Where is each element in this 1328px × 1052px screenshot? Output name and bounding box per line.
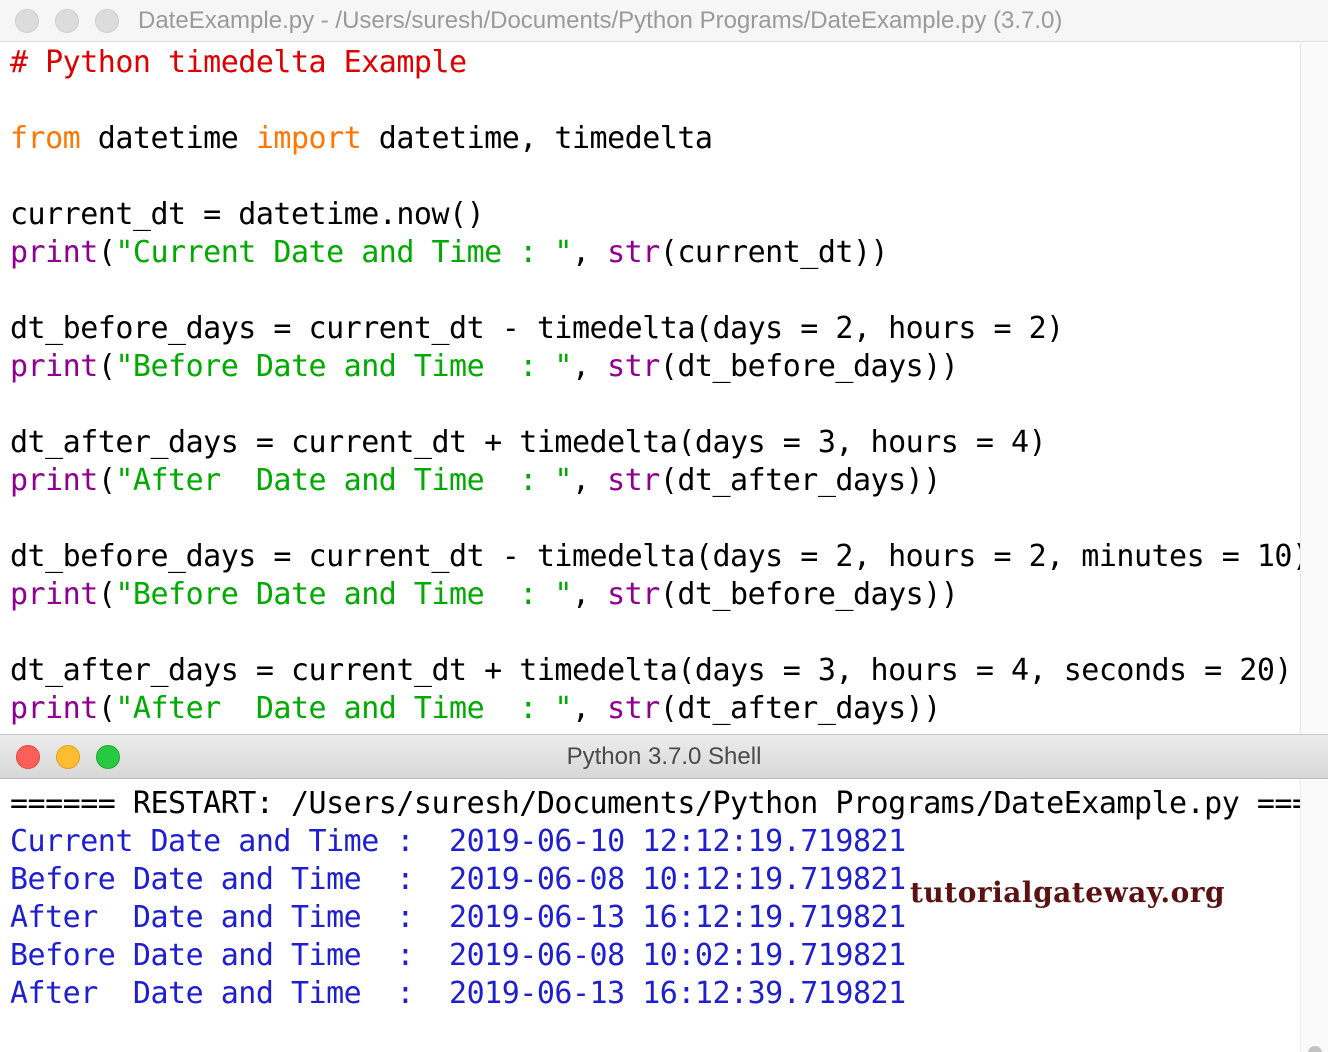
code-token-plain: dt_before_days = current_dt - timedelta(… [10, 311, 1064, 346]
code-token-builtin: str [607, 463, 660, 498]
code-line: dt_before_days = current_dt - timedelta(… [10, 310, 1300, 348]
shell-output[interactable]: ====== RESTART: /Users/suresh/Documents/… [10, 785, 1328, 1051]
code-token-plain: ( [97, 349, 116, 384]
editor-window: DateExample.py - /Users/suresh/Documents… [0, 0, 1328, 734]
code-line: print("After Date and Time : ", str(dt_a… [10, 462, 1300, 500]
watermark-text: tutorialgateway.org [910, 876, 1226, 909]
code-token-plain: , [571, 691, 608, 726]
code-token-plain: current_dt = datetime.now() [10, 197, 485, 232]
code-token-builtin: str [607, 577, 660, 612]
code-token-keyword: from [10, 121, 81, 156]
code-token-string: "Before Date and Time : " [115, 349, 572, 384]
output-line: After Date and Time : 2019-06-13 16:12:3… [10, 976, 906, 1011]
code-line: from datetime import datetime, timedelta [10, 120, 1300, 158]
output-line: Before Date and Time : 2019-06-08 10:02:… [10, 938, 906, 973]
shell-scroll-thumb[interactable] [1308, 1046, 1322, 1052]
code-token-plain: ( [97, 235, 116, 270]
code-token-plain: dt_after_days = current_dt + timedelta(d… [10, 425, 1047, 460]
code-line: current_dt = datetime.now() [10, 196, 1300, 234]
output-line: Current Date and Time : 2019-06-10 12:12… [10, 824, 906, 859]
code-token-plain: , [571, 349, 608, 384]
code-line: dt_after_days = current_dt + timedelta(d… [10, 424, 1300, 462]
code-token-plain: datetime, timedelta [361, 121, 713, 156]
shell-scrollbar[interactable] [1300, 780, 1328, 1052]
code-token-builtin: print [10, 349, 98, 384]
code-line: print("Before Date and Time : ", str(dt_… [10, 576, 1300, 614]
minimize-icon[interactable] [55, 8, 79, 33]
code-token-keyword: import [255, 121, 362, 156]
restart-line: ====== RESTART: /Users/suresh/Documents/… [10, 786, 1328, 821]
code-editor[interactable]: # Python timedelta Example from datetime … [10, 44, 1310, 728]
code-token-plain: (dt_before_days)) [659, 349, 959, 384]
code-token-plain: (current_dt)) [659, 235, 889, 270]
code-line: dt_after_days = current_dt + timedelta(d… [10, 652, 1300, 690]
code-token-plain: (dt_after_days)) [659, 463, 941, 498]
code-token-builtin: print [10, 235, 98, 270]
code-token-plain: , [571, 577, 608, 612]
zoom-icon[interactable] [95, 8, 119, 33]
code-token-builtin: print [10, 463, 98, 498]
code-line: # Python timedelta Example [10, 44, 1300, 82]
code-token-builtin: print [10, 577, 98, 612]
code-line: dt_before_days = current_dt - timedelta(… [10, 538, 1310, 576]
editor-window-controls [15, 0, 135, 41]
code-token-builtin: str [607, 691, 660, 726]
code-token-plain: , [571, 235, 608, 270]
editor-titlebar[interactable]: DateExample.py - /Users/suresh/Documents… [0, 0, 1328, 42]
code-token-string: "Before Date and Time : " [115, 577, 572, 612]
code-token-string: "Current Date and Time : " [115, 235, 572, 270]
code-token-builtin: str [607, 349, 660, 384]
editor-window-title: DateExample.py - /Users/suresh/Documents… [138, 7, 1063, 34]
editor-scrollbar[interactable] [1300, 43, 1328, 734]
code-token-plain: ( [97, 463, 116, 498]
code-token-plain: datetime [80, 121, 256, 156]
code-token-plain: dt_after_days = current_dt + timedelta(d… [10, 653, 1293, 688]
code-line: print("Before Date and Time : ", str(dt_… [10, 348, 1300, 386]
code-token-plain: (dt_after_days)) [659, 691, 941, 726]
shell-window-title: Python 3.7.0 Shell [566, 743, 762, 770]
code-line: print("Current Date and Time : ", str(cu… [10, 234, 1300, 272]
code-token-comment: # Python timedelta Example [10, 45, 467, 80]
code-token-plain: (dt_before_days)) [659, 577, 959, 612]
code-token-plain: ( [97, 577, 116, 612]
code-token-plain: ( [97, 691, 116, 726]
code-token-builtin: print [10, 691, 98, 726]
prompt-line[interactable]: >>> [10, 1013, 1300, 1051]
close-icon[interactable] [15, 8, 39, 33]
code-token-string: "After Date and Time : " [115, 691, 572, 726]
shell-titlebar[interactable]: Python 3.7.0 Shell [0, 735, 1328, 779]
code-token-builtin: str [607, 235, 660, 270]
code-token-plain: , [571, 463, 608, 498]
code-token-plain: dt_before_days = current_dt - timedelta(… [10, 539, 1310, 574]
code-token-string: "After Date and Time : " [115, 463, 572, 498]
code-line: print("After Date and Time : ", str(dt_a… [10, 690, 1300, 728]
